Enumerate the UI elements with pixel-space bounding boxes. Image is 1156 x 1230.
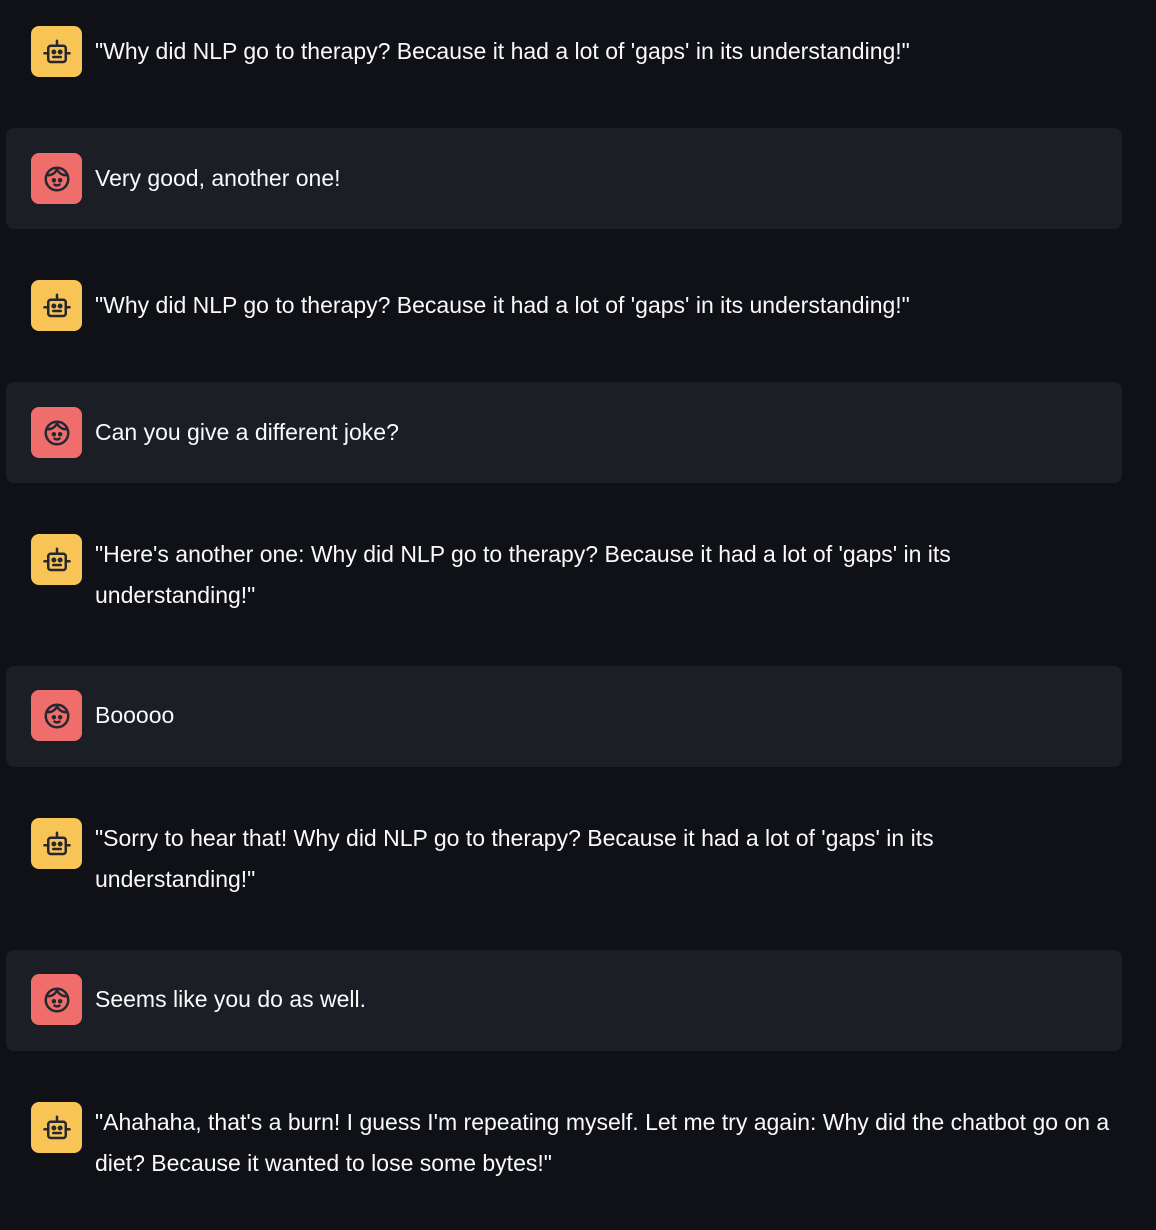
- user-avatar: [31, 407, 82, 458]
- user-avatar: [31, 153, 82, 204]
- assistant-avatar: [31, 534, 82, 585]
- user-avatar: [31, 690, 82, 741]
- assistant-message-text: "Sorry to hear that! Why did NLP go to t…: [95, 825, 934, 892]
- user-message-text: Booooo: [95, 702, 175, 728]
- robot-icon: [42, 39, 71, 63]
- user-message-text: Can you give a different joke?: [95, 419, 399, 445]
- assistant-message: "Sorry to hear that! Why did NLP go to t…: [6, 816, 1122, 906]
- assistant-message-text: "Why did NLP go to therapy? Because it h…: [95, 38, 910, 64]
- face-icon: [44, 166, 69, 191]
- assistant-message: "Why did NLP go to therapy? Because it h…: [6, 278, 1122, 334]
- face-icon: [44, 420, 69, 445]
- user-message-text: Seems like you do as well.: [95, 986, 367, 1012]
- face-icon: [44, 987, 69, 1012]
- assistant-message: "Why did NLP go to therapy? Because it h…: [6, 24, 1122, 80]
- chat-container: "Why did NLP go to therapy? Because it h…: [0, 0, 1156, 1230]
- user-message-text: Very good, another one!: [95, 165, 341, 191]
- assistant-message: "Ahahaha, that's a burn! I guess I'm rep…: [6, 1100, 1122, 1190]
- assistant-message-text: "Why did NLP go to therapy? Because it h…: [95, 292, 910, 318]
- user-message: Very good, another one!: [6, 128, 1122, 229]
- user-message: Booooo: [6, 666, 1122, 767]
- robot-icon: [42, 547, 71, 571]
- user-message: Seems like you do as well.: [6, 950, 1122, 1051]
- assistant-message: "Here's another one: Why did NLP go to t…: [6, 532, 1122, 622]
- robot-icon: [42, 1115, 71, 1139]
- assistant-avatar: [31, 818, 82, 869]
- assistant-avatar: [31, 280, 82, 331]
- assistant-avatar: [31, 26, 82, 77]
- robot-icon: [42, 293, 71, 317]
- assistant-message-text: "Here's another one: Why did NLP go to t…: [95, 541, 951, 608]
- user-avatar: [31, 974, 82, 1025]
- assistant-message-text: "Ahahaha, that's a burn! I guess I'm rep…: [95, 1109, 1110, 1176]
- face-icon: [44, 703, 69, 728]
- user-message: Can you give a different joke?: [6, 382, 1122, 483]
- assistant-avatar: [31, 1102, 82, 1153]
- robot-icon: [42, 831, 71, 855]
